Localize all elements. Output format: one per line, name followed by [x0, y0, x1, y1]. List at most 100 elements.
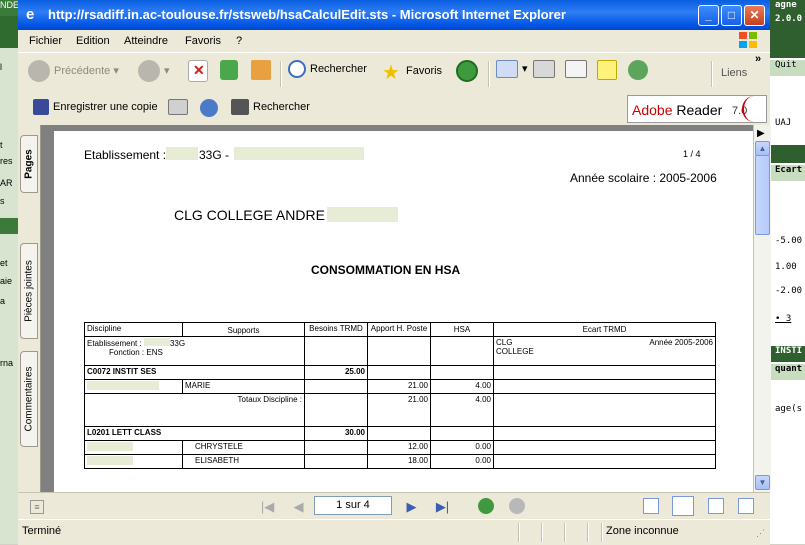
- search-icon: [288, 60, 306, 78]
- bg-right-row: 1.00: [775, 262, 797, 272]
- menu-help[interactable]: ?: [236, 35, 242, 47]
- menu-bar: Fichier Edition Atteindre Favoris ?: [18, 30, 770, 53]
- search-button[interactable]: Rechercher: [288, 60, 367, 86]
- redaction: [327, 207, 398, 222]
- go-forward-view-icon[interactable]: [509, 498, 525, 514]
- redaction: [87, 456, 133, 465]
- tab-pages[interactable]: Pages: [20, 135, 38, 193]
- bg-left-row: NDE: [0, 0, 18, 16]
- toolbar-separator: [280, 61, 282, 87]
- history-button[interactable]: [456, 60, 482, 86]
- notes-button[interactable]: [597, 60, 621, 86]
- acrobat-search-button[interactable]: Rechercher: [231, 99, 310, 125]
- bg-left-row: res: [0, 156, 13, 166]
- status-divider: [564, 523, 566, 542]
- forward-button[interactable]: ▾: [138, 60, 170, 86]
- redaction: [166, 147, 198, 160]
- home-button[interactable]: [251, 60, 275, 86]
- bg-right-row[interactable]: • 3: [770, 314, 805, 330]
- first-page-icon[interactable]: |◀: [259, 498, 276, 515]
- back-button[interactable]: Précédente ▾: [28, 60, 119, 86]
- mail-button[interactable]: ▾: [496, 60, 528, 86]
- favorites-button[interactable]: ★ Favoris: [382, 60, 442, 86]
- last-page-icon[interactable]: ▶|: [434, 498, 451, 515]
- title-bar[interactable]: e http://rsadiff.in.ac-toulouse.fr/stswe…: [18, 0, 770, 30]
- hsa-value: 0.00: [430, 440, 494, 455]
- scroll-down-arrow-icon[interactable]: ▼: [755, 475, 770, 490]
- go-back-view-icon[interactable]: [478, 498, 494, 514]
- document-area[interactable]: Etablissement : 33G - 1 / 4 Année scolai…: [41, 125, 753, 492]
- page-options-icon[interactable]: ≡: [30, 500, 44, 514]
- etab-row-college: COLLEGE: [496, 347, 534, 356]
- resize-grip-icon[interactable]: ⋰: [756, 528, 765, 539]
- apport-value: 12.00: [367, 440, 431, 455]
- bg-left-row: t: [0, 140, 3, 150]
- tab-comments[interactable]: Commentaires: [20, 351, 38, 447]
- menu-fichier[interactable]: Fichier: [29, 35, 62, 47]
- continuous-view-icon[interactable]: [672, 496, 694, 516]
- tab-attachments[interactable]: Pièces jointes: [20, 243, 38, 339]
- security-zone: Zone inconnue: [606, 525, 679, 537]
- page-number: 1 / 4: [683, 149, 701, 159]
- scroll-thumb[interactable]: [755, 155, 770, 235]
- toolbar-chevron[interactable]: »: [755, 53, 761, 79]
- annee-scolaire: Année scolaire : 2005-2006: [570, 171, 717, 185]
- forward-arrow-icon: [138, 60, 160, 82]
- table-row: CHRYSTELE 12.00 0.00: [84, 440, 716, 455]
- save-copy-button[interactable]: Enregistrer une copie: [33, 99, 158, 125]
- acrobat-email-button[interactable]: [200, 99, 222, 125]
- table-row: Etablissement : 33G Fonction : ENS CLG A…: [84, 336, 716, 366]
- bg-left-row: AR: [0, 178, 13, 188]
- adobe-swoosh-icon: [742, 96, 766, 122]
- bg-right-row: 2.0.0: [770, 14, 805, 30]
- next-page-icon[interactable]: ▶: [403, 498, 420, 515]
- background-app-left: NDE l t res AR s et aie a rna: [0, 0, 18, 544]
- vertical-scrollbar[interactable]: ▶ ▲ ▼: [753, 125, 771, 492]
- col-header: Ecart TRMD: [493, 322, 716, 337]
- apport-value: 18.00: [367, 454, 431, 469]
- refresh-button[interactable]: [220, 60, 242, 86]
- bg-right-row: Ecart: [770, 165, 805, 181]
- page-number-input[interactable]: 1 sur 4: [314, 496, 392, 515]
- maximize-button[interactable]: □: [721, 5, 742, 26]
- status-divider: [601, 523, 603, 542]
- acrobat-navigation-bar: ≡ |◀ ◀ 1 sur 4 ▶ ▶|: [18, 492, 770, 520]
- toolbar-separator: [711, 61, 713, 87]
- bg-right-row[interactable]: Quit: [770, 60, 805, 76]
- college-name: CLG COLLEGE ANDRE: [174, 207, 325, 223]
- reader-logo-text: Reader: [676, 102, 723, 118]
- close-button[interactable]: ✕: [744, 5, 765, 26]
- menu-atteindre[interactable]: Atteindre: [124, 35, 168, 47]
- continuous-facing-view-icon[interactable]: [738, 498, 754, 514]
- etab-row-code: 33G: [169, 339, 186, 348]
- pdf-page: Etablissement : 33G - 1 / 4 Année scolai…: [54, 131, 753, 492]
- menu-favoris[interactable]: Favoris: [185, 35, 221, 47]
- menu-edition[interactable]: Edition: [76, 35, 110, 47]
- hsa-table: Discipline Supports Besoins TRMD Apport …: [84, 322, 716, 469]
- stop-button[interactable]: ✕: [188, 60, 212, 86]
- side-panel-tabs: Pages Pièces jointes Commentaires: [18, 125, 41, 492]
- edit-button[interactable]: [565, 60, 591, 86]
- minimize-button[interactable]: _: [698, 5, 719, 26]
- col-header: Supports: [182, 322, 305, 337]
- facing-view-icon[interactable]: [708, 498, 724, 514]
- etab-row-clg: CLG: [496, 338, 513, 347]
- single-page-view-icon[interactable]: [643, 498, 659, 514]
- links-label[interactable]: Liens: [721, 67, 747, 93]
- adobe-reader-logo[interactable]: Adobe Reader 7.0: [627, 95, 767, 123]
- bg-right-row: -5.00: [775, 236, 803, 246]
- messenger-button[interactable]: [628, 60, 652, 86]
- printer-icon: [533, 60, 555, 78]
- home-icon: [251, 60, 271, 80]
- acrobat-print-button[interactable]: [168, 99, 192, 125]
- star-icon: ★: [382, 62, 400, 84]
- messenger-icon: [628, 60, 648, 80]
- totaux-apport: 21.00: [367, 393, 431, 427]
- besoins-value: 30.00: [304, 426, 368, 441]
- previous-page-icon[interactable]: ◀: [290, 498, 307, 515]
- panel-expand-arrow-icon[interactable]: ▶: [757, 128, 765, 139]
- print-button[interactable]: [533, 60, 559, 86]
- scroll-up-arrow-icon[interactable]: ▲: [755, 141, 770, 156]
- col-header: HSA: [430, 322, 494, 337]
- note-icon: [597, 60, 617, 80]
